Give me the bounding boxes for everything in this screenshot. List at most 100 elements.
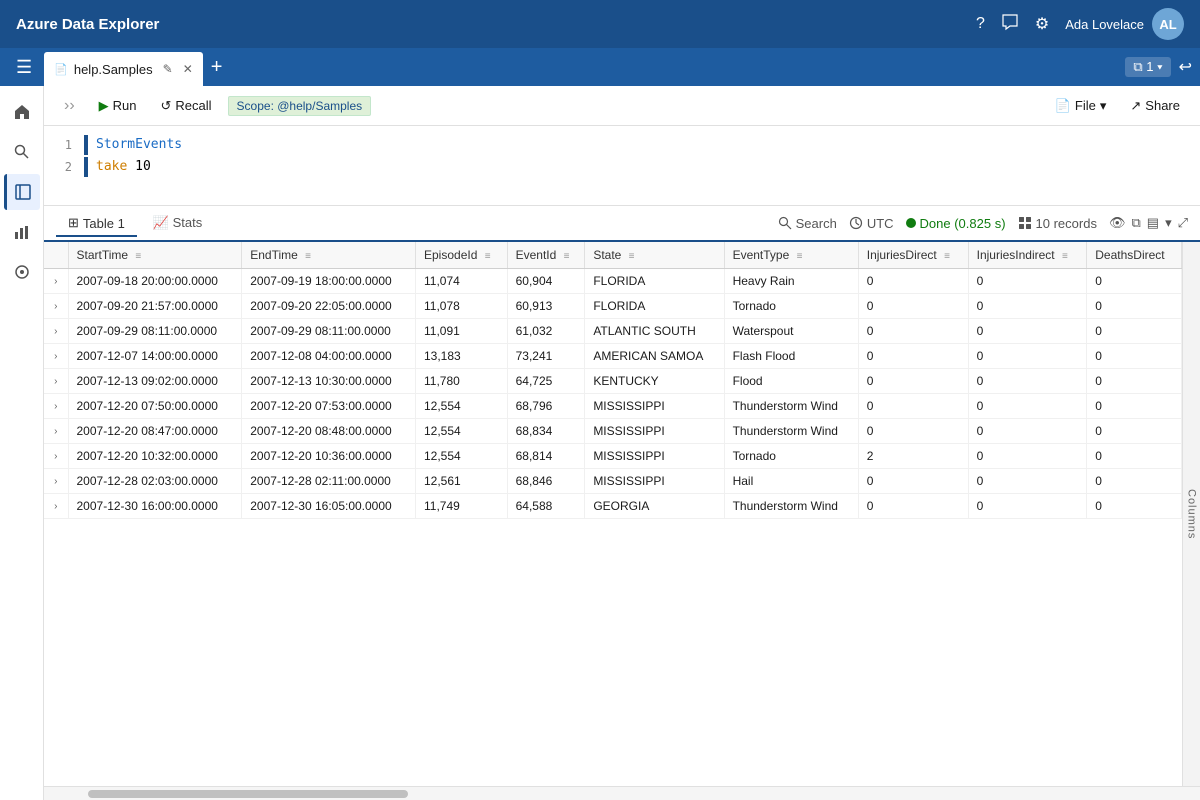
help-icon[interactable]: ?	[976, 15, 985, 33]
recall-button[interactable]: ↺ Recall	[153, 94, 220, 118]
tab-edit-icon[interactable]: ✎	[163, 62, 173, 76]
cell-injuriesdirect: 0	[858, 269, 968, 294]
expand-cell[interactable]: ›	[44, 494, 68, 519]
cell-starttime: 2007-12-13 09:02:00.0000	[68, 369, 242, 394]
utc-label: UTC	[867, 216, 894, 231]
cell-episodeid: 11,749	[416, 494, 508, 519]
expand-cell[interactable]: ›	[44, 269, 68, 294]
table-row[interactable]: ›2007-09-18 20:00:00.00002007-09-19 18:0…	[44, 269, 1182, 294]
col-injuriesdirect[interactable]: InjuriesDirect ≡	[858, 242, 968, 269]
sidebar-search[interactable]	[4, 134, 40, 170]
table-row[interactable]: ›2007-12-20 10:32:00.00002007-12-20 10:3…	[44, 444, 1182, 469]
expand-cell[interactable]: ›	[44, 444, 68, 469]
user-menu[interactable]: Ada Lovelace AL	[1065, 8, 1184, 40]
col-episodeid[interactable]: EpisodeId ≡	[416, 242, 508, 269]
col-deathsdirect[interactable]: DeathsDirect	[1087, 242, 1182, 269]
done-label: Done (0.825 s)	[920, 216, 1006, 231]
cell-eventtype: Tornado	[724, 294, 858, 319]
tab-help-samples[interactable]: 📄 help.Samples ✎ ✕	[44, 52, 203, 86]
cell-injuriesindirect: 0	[968, 419, 1087, 444]
editor[interactable]: 1 StormEvents 2 take 10	[44, 126, 1200, 206]
clock-icon	[849, 216, 863, 230]
expand-cell[interactable]: ›	[44, 294, 68, 319]
done-badge: Done (0.825 s)	[906, 216, 1006, 231]
hamburger-menu[interactable]: ☰	[8, 48, 40, 86]
cell-injuriesdirect: 0	[858, 344, 968, 369]
editor-line-1: 1 StormEvents	[44, 134, 1200, 156]
copy-icon[interactable]: ⧉	[1131, 215, 1140, 231]
table-row[interactable]: ›2007-12-13 09:02:00.00002007-12-13 10:3…	[44, 369, 1182, 394]
layout-icon[interactable]: ▤	[1147, 215, 1159, 231]
stats-tab-label: Stats	[173, 215, 203, 230]
eye-icon[interactable]: 👁	[1109, 215, 1126, 231]
code-line-1: StormEvents	[96, 135, 182, 155]
cell-injuriesindirect: 0	[968, 344, 1087, 369]
cell-starttime: 2007-09-20 21:57:00.0000	[68, 294, 242, 319]
table-container[interactable]: StartTime ≡ EndTime ≡ EpisodeId ≡ EventI…	[44, 242, 1182, 786]
tab-close-icon[interactable]: ✕	[183, 62, 193, 76]
col-injuriesindirect[interactable]: InjuriesIndirect ≡	[968, 242, 1087, 269]
cell-injuriesdirect: 0	[858, 419, 968, 444]
cell-injuriesindirect: 0	[968, 394, 1087, 419]
expand-cell[interactable]: ›	[44, 319, 68, 344]
sidebar-active[interactable]	[4, 174, 40, 210]
tab-file-icon: 📄	[54, 63, 68, 76]
result-tab-stats[interactable]: 📈 Stats	[141, 211, 214, 237]
expand-button[interactable]: ››	[56, 93, 83, 119]
table-row[interactable]: ›2007-12-20 08:47:00.00002007-12-20 08:4…	[44, 419, 1182, 444]
sidebar-circle[interactable]	[4, 254, 40, 290]
line-gutter-2	[84, 157, 88, 177]
cell-eventtype: Hail	[724, 469, 858, 494]
new-tab-button[interactable]: +	[203, 48, 231, 86]
columns-panel-label[interactable]: Columns	[1182, 242, 1200, 786]
cell-eventid: 68,834	[507, 419, 585, 444]
cell-eventid: 64,588	[507, 494, 585, 519]
search-box[interactable]: Search	[778, 216, 837, 231]
cell-state: MISSISSIPPI	[585, 394, 724, 419]
feedback-icon[interactable]	[1001, 13, 1019, 36]
col-eventid[interactable]: EventId ≡	[507, 242, 585, 269]
cell-injuriesdirect: 0	[858, 394, 968, 419]
tab-label: help.Samples	[74, 62, 153, 77]
file-button[interactable]: 📄 File ▾	[1047, 94, 1115, 118]
cell-deathsdirect: 0	[1087, 369, 1182, 394]
expand-cell[interactable]: ›	[44, 394, 68, 419]
table-row[interactable]: ›2007-12-28 02:03:00.00002007-12-28 02:1…	[44, 469, 1182, 494]
share-button[interactable]: ↗ Share	[1122, 94, 1188, 118]
line-number-2: 2	[44, 157, 84, 177]
table-row[interactable]: ›2007-12-20 07:50:00.00002007-12-20 07:5…	[44, 394, 1182, 419]
share-label: Share	[1145, 98, 1180, 113]
table-row[interactable]: ›2007-12-07 14:00:00.00002007-12-08 04:0…	[44, 344, 1182, 369]
settings-icon[interactable]: ⚙	[1035, 14, 1049, 34]
restore-icon[interactable]: ↩	[1179, 57, 1192, 77]
col-endtime[interactable]: EndTime ≡	[242, 242, 416, 269]
expand-cell[interactable]: ›	[44, 419, 68, 444]
utc-toggle[interactable]: UTC	[849, 216, 894, 231]
scrollbar-thumb[interactable]	[88, 790, 408, 798]
table-row[interactable]: ›2007-09-20 21:57:00.00002007-09-20 22:0…	[44, 294, 1182, 319]
table-row[interactable]: ›2007-09-29 08:11:00.00002007-09-29 08:1…	[44, 319, 1182, 344]
col-eventtype[interactable]: EventType ≡	[724, 242, 858, 269]
expand-cell[interactable]: ›	[44, 369, 68, 394]
more-icon[interactable]: ▾	[1165, 215, 1172, 231]
window-count[interactable]: ⧉ 1 ▾	[1125, 57, 1170, 77]
expand-cell[interactable]: ›	[44, 469, 68, 494]
sidebar-home[interactable]	[4, 94, 40, 130]
col-state[interactable]: State ≡	[585, 242, 724, 269]
cell-eventtype: Flood	[724, 369, 858, 394]
result-tab-table[interactable]: ⊞ Table 1	[56, 211, 137, 237]
line-number-1: 1	[44, 135, 84, 155]
code-value: 10	[135, 159, 151, 174]
horizontal-scrollbar[interactable]	[44, 786, 1200, 800]
col-starttime[interactable]: StartTime ≡	[68, 242, 242, 269]
recall-icon: ↺	[161, 98, 172, 114]
expand-cell[interactable]: ›	[44, 344, 68, 369]
table-row[interactable]: ›2007-12-30 16:00:00.00002007-12-30 16:0…	[44, 494, 1182, 519]
cell-deathsdirect: 0	[1087, 394, 1182, 419]
scope-badge[interactable]: Scope: @help/Samples	[228, 96, 372, 116]
toolbar-right: 📄 File ▾ ↗ Share	[1047, 94, 1188, 118]
run-button[interactable]: ▶ Run	[91, 94, 145, 118]
sidebar-charts[interactable]	[4, 214, 40, 250]
expand-results-icon[interactable]: ⤢	[1178, 215, 1188, 231]
cell-endtime: 2007-12-20 08:48:00.0000	[242, 419, 416, 444]
